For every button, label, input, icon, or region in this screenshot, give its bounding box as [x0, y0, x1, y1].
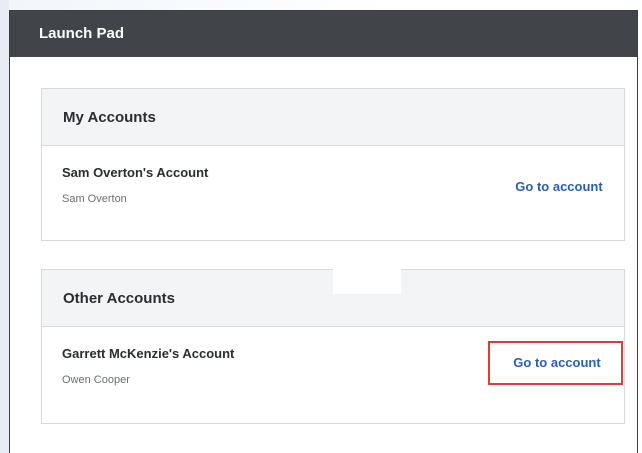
background-edge: [0, 0, 9, 453]
my-accounts-heading: My Accounts: [42, 89, 624, 146]
background-top: [9, 0, 642, 10]
account-name: Sam Overton's Account: [62, 165, 209, 180]
screen: Launch Pad My Accounts Sam Overton's Acc…: [0, 0, 642, 453]
launch-pad-window: Launch Pad My Accounts Sam Overton's Acc…: [9, 10, 638, 453]
list-item: Garrett McKenzie's Account Owen Cooper G…: [42, 327, 624, 421]
overlay-patch: [333, 250, 401, 294]
account-owner: Owen Cooper: [62, 374, 130, 386]
account-name: Garrett McKenzie's Account: [62, 346, 235, 361]
account-owner: Sam Overton: [62, 193, 127, 205]
my-accounts-panel: My Accounts Sam Overton's Account Sam Ov…: [41, 88, 625, 241]
go-to-account-link[interactable]: Go to account: [490, 352, 624, 374]
go-to-account-link[interactable]: Go to account: [494, 176, 624, 198]
window-title: Launch Pad: [10, 11, 637, 57]
list-item: Sam Overton's Account Sam Overton Go to …: [42, 146, 624, 240]
